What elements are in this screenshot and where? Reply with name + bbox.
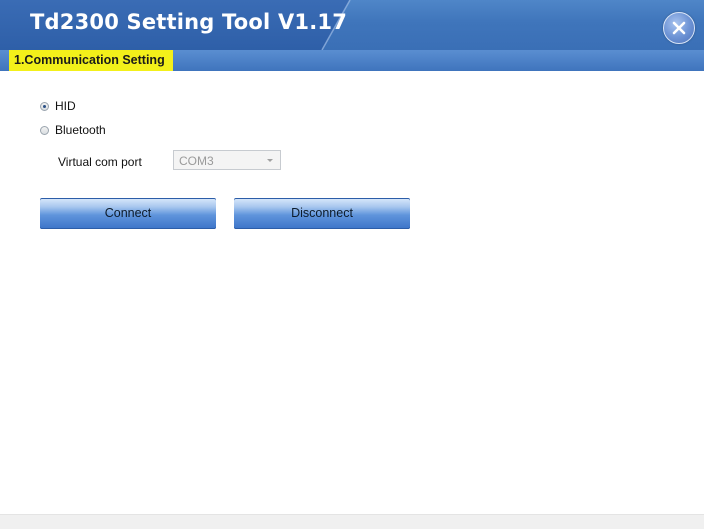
- radio-hid[interactable]: HID: [40, 98, 76, 114]
- connect-button[interactable]: Connect: [40, 198, 216, 229]
- disconnect-button[interactable]: Disconnect: [234, 198, 410, 229]
- radio-bluetooth-circle[interactable]: [40, 125, 49, 135]
- virtual-com-port-value: COM3: [179, 154, 214, 168]
- app-window: Td2300 Setting Tool V1.17 1.Communicatio…: [0, 0, 704, 529]
- status-bar: [0, 514, 704, 529]
- window-title: Td2300 Setting Tool V1.17: [30, 10, 348, 34]
- virtual-com-port-label: Virtual com port: [58, 155, 142, 169]
- radio-hid-label: HID: [55, 99, 76, 113]
- tab-communication-setting[interactable]: 1.Communication Setting: [9, 50, 173, 71]
- title-bar[interactable]: Td2300 Setting Tool V1.17: [0, 0, 704, 50]
- close-icon: [672, 21, 686, 35]
- radio-bluetooth[interactable]: Bluetooth: [40, 122, 106, 138]
- chevron-down-icon[interactable]: [267, 159, 273, 162]
- virtual-com-port-select[interactable]: COM3: [173, 150, 281, 170]
- radio-hid-circle[interactable]: [40, 101, 49, 111]
- close-button[interactable]: [663, 12, 695, 44]
- radio-bluetooth-label: Bluetooth: [55, 123, 106, 137]
